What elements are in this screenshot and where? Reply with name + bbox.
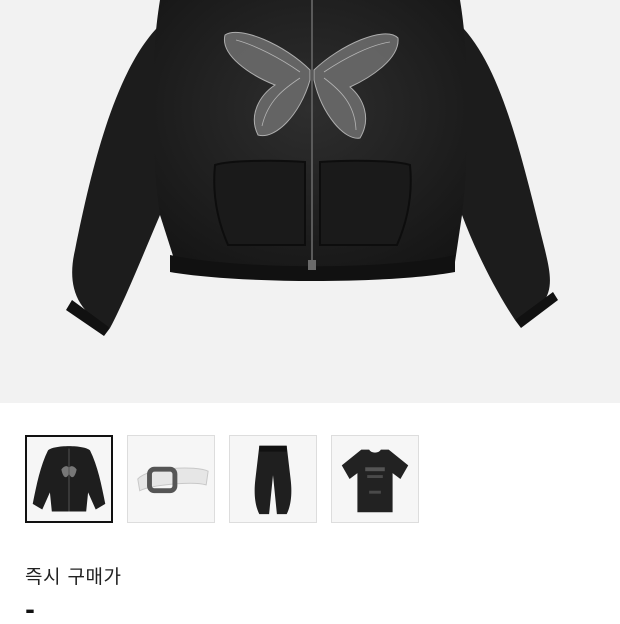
thumbnail-hoodie[interactable]: [25, 435, 113, 523]
pants-thumbnail-image: [254, 445, 292, 515]
thumbnail-pants[interactable]: [229, 435, 317, 523]
belt-thumbnail-image: [137, 466, 209, 494]
hoodie-illustration: [66, 0, 558, 336]
hoodie-thumbnail-image: [32, 446, 106, 512]
thumbnail-belt[interactable]: [127, 435, 215, 523]
tshirt-thumbnail-image: [341, 449, 409, 513]
instant-buy-price-label: 즉시 구매가: [25, 566, 122, 588]
thumbnail-strip: [25, 435, 425, 525]
product-main-image[interactable]: [0, 0, 620, 403]
thumbnail-tshirt[interactable]: [331, 435, 419, 523]
